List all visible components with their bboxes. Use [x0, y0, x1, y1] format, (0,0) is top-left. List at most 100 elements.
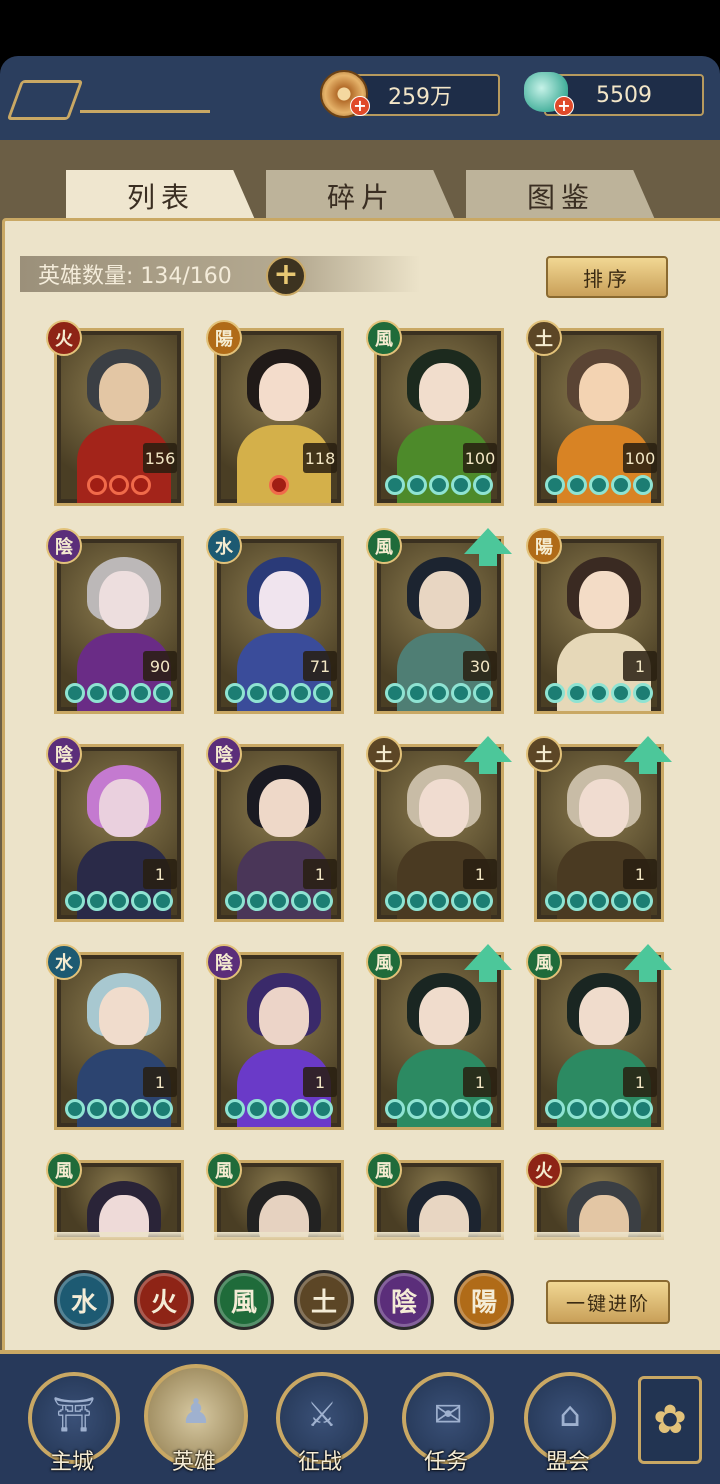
star-icon — [611, 891, 631, 911]
advance-all-label: 一键进阶 — [565, 1292, 650, 1315]
element-wind-icon: 風 — [366, 944, 402, 980]
star-icon — [429, 683, 449, 703]
hero-card[interactable]: 156 — [54, 328, 184, 506]
tab-codex[interactable]: 图鉴 — [466, 170, 656, 222]
star-icon — [611, 683, 631, 703]
hero-stars — [61, 683, 177, 707]
expand-capacity-button[interactable]: + — [266, 256, 306, 296]
tab-fragments[interactable]: 碎片 — [266, 170, 456, 222]
star-icon — [567, 475, 587, 495]
grid-fade — [40, 1232, 680, 1248]
hero-level: 1 — [623, 651, 657, 681]
hero-face — [99, 987, 149, 1045]
hero-card[interactable]: 71 — [214, 536, 344, 714]
star-icon — [407, 475, 427, 495]
hero-stars — [61, 891, 177, 915]
element-wind-icon: 風 — [46, 1152, 82, 1188]
tab-codex-label: 图鉴 — [526, 181, 595, 214]
star-icon — [451, 891, 471, 911]
upgrade-arrow-head — [624, 736, 672, 762]
advance-all-button[interactable]: 一键进阶 — [546, 1280, 670, 1324]
filter-earth-button[interactable]: 土 — [294, 1270, 354, 1330]
nav-label: 主城 — [50, 1450, 95, 1475]
star-icon — [451, 475, 471, 495]
star-icon — [153, 1099, 173, 1119]
star-icon — [87, 891, 107, 911]
element-yin-icon: 陰 — [46, 736, 82, 772]
hero-stars — [221, 1099, 337, 1123]
star-icon — [269, 475, 289, 495]
add-jade-icon[interactable]: + — [554, 96, 574, 116]
star-icon — [65, 891, 85, 911]
star-icon — [633, 1099, 653, 1119]
hero-card[interactable]: 1 — [54, 744, 184, 922]
hero-card[interactable]: 118 — [214, 328, 344, 506]
hero-level: 1 — [463, 859, 497, 889]
hero-count: 英雄数量: 134/160 — [20, 256, 420, 292]
star-icon — [473, 475, 493, 495]
hero-card[interactable]: 100 — [534, 328, 664, 506]
hero-level: 118 — [303, 443, 337, 473]
hero-face — [259, 571, 309, 629]
sort-label: 排序 — [583, 266, 631, 291]
hero-count-text: 英雄数量: 134/160 — [38, 264, 232, 289]
star-icon — [313, 891, 333, 911]
hero-face — [99, 363, 149, 421]
hero-card[interactable]: 1 — [214, 952, 344, 1130]
star-icon — [545, 891, 565, 911]
filter-wind-button[interactable]: 風 — [214, 1270, 274, 1330]
tab-list[interactable]: 列表 — [66, 170, 256, 222]
hero-stars — [61, 1099, 177, 1123]
star-icon — [385, 1099, 405, 1119]
upgrade-arrow-stem — [639, 970, 657, 982]
star-icon — [87, 1099, 107, 1119]
hero-level: 100 — [463, 443, 497, 473]
filter-yang-button[interactable]: 陽 — [454, 1270, 514, 1330]
hero-card[interactable]: 90 — [54, 536, 184, 714]
star-icon — [633, 475, 653, 495]
hero-card[interactable]: 1 — [534, 536, 664, 714]
upgrade-arrow-icon — [464, 944, 512, 982]
hero-level: 90 — [143, 651, 177, 681]
star-icon — [429, 475, 449, 495]
star-icon — [589, 891, 609, 911]
sort-button[interactable]: 排序 — [546, 256, 668, 298]
star-icon — [473, 683, 493, 703]
star-icon — [109, 891, 129, 911]
hero-stars — [381, 1099, 497, 1123]
hero-card[interactable]: 100 — [374, 328, 504, 506]
add-copper-icon[interactable]: + — [350, 96, 370, 116]
star-icon — [545, 683, 565, 703]
star-icon — [291, 1099, 311, 1119]
hero-stars — [541, 1099, 657, 1123]
filter-fire-button[interactable]: 火 — [134, 1270, 194, 1330]
hero-level: 1 — [623, 859, 657, 889]
star-icon — [407, 1099, 427, 1119]
task-scroll-icon: ✉ — [433, 1394, 463, 1435]
hero-card[interactable]: 1 — [214, 744, 344, 922]
star-icon — [473, 1099, 493, 1119]
flower-menu-icon[interactable]: ✿ — [638, 1376, 702, 1464]
element-fire-icon: 火 — [46, 320, 82, 356]
tab-list-label: 列表 — [126, 181, 195, 214]
hero-card[interactable]: 1 — [54, 952, 184, 1130]
upgrade-arrow-icon — [624, 944, 672, 982]
filter-water-button[interactable]: 水 — [54, 1270, 114, 1330]
element-yin-icon: 陰 — [206, 944, 242, 980]
hero-face — [99, 779, 149, 837]
star-icon — [589, 1099, 609, 1119]
filter-yin-button[interactable]: 陰 — [374, 1270, 434, 1330]
star-icon — [545, 1099, 565, 1119]
upgrade-arrow-icon — [464, 736, 512, 774]
star-icon — [87, 683, 107, 703]
star-icon — [291, 683, 311, 703]
hero-stars — [381, 475, 497, 499]
element-earth-icon: 土 — [366, 736, 402, 772]
star-icon — [589, 683, 609, 703]
hero-face — [579, 363, 629, 421]
element-fire-icon: 火 — [526, 1152, 562, 1188]
city-gate-icon: ⛩ — [52, 1394, 96, 1435]
nav-label: 英雄 — [172, 1450, 217, 1475]
star-icon — [589, 475, 609, 495]
upgrade-arrow-stem — [639, 762, 657, 774]
